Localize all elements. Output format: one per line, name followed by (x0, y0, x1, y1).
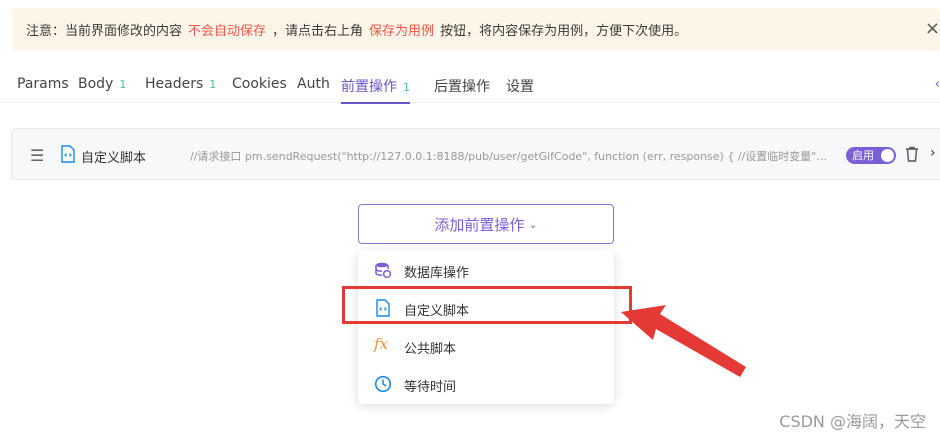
annotation-arrow (621, 305, 746, 377)
watermark: CSDN @海阔，天空 (779, 412, 926, 431)
